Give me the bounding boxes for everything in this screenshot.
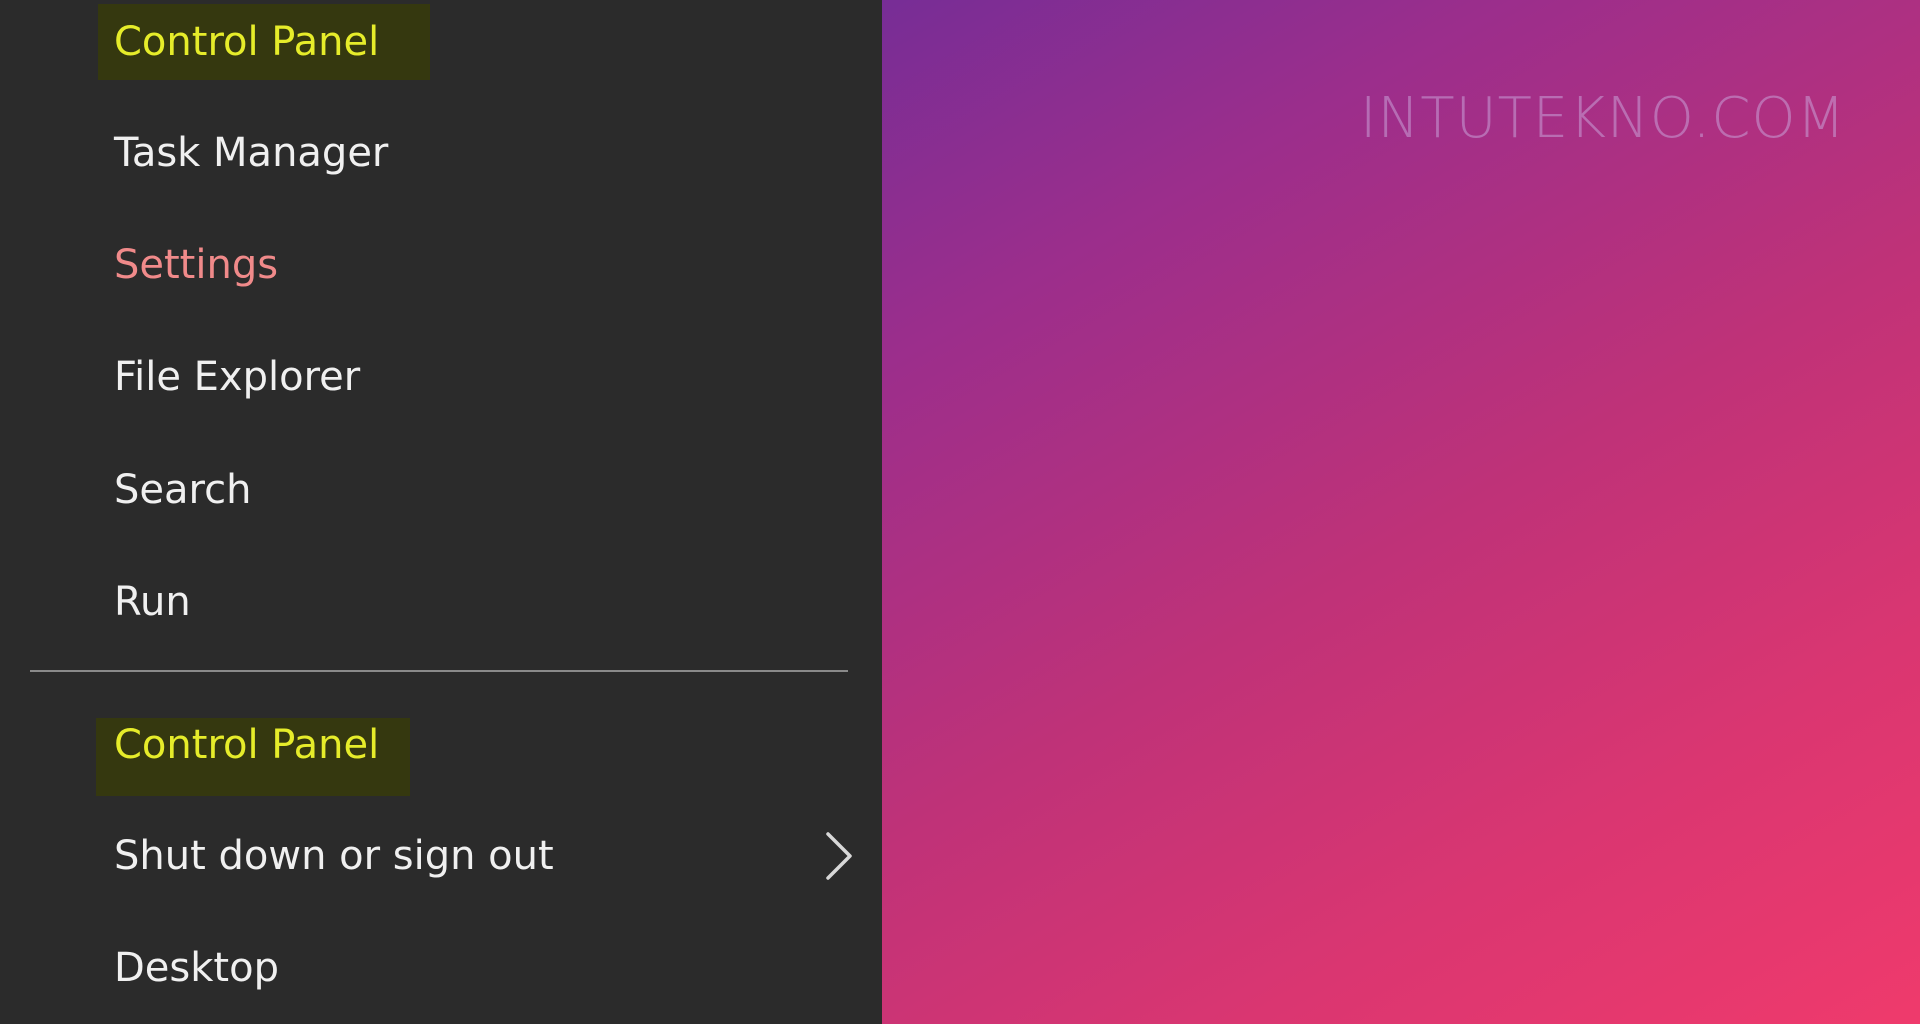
menu-item-desktop[interactable]: Desktop xyxy=(0,912,882,1024)
menu-item-control-panel-top[interactable]: Control Panel xyxy=(0,0,882,112)
chevron-right-icon xyxy=(826,832,852,880)
menu-item-label: Control Panel xyxy=(114,19,380,65)
quick-link-menu: Control Panel Task Manager Settings File… xyxy=(0,0,882,1024)
menu-item-settings[interactable]: Settings xyxy=(0,210,882,322)
menu-item-label: Desktop xyxy=(114,945,279,991)
menu-item-label: Shut down or sign out xyxy=(114,833,554,879)
menu-item-label: Settings xyxy=(114,242,279,288)
screen: Control Panel Task Manager Settings File… xyxy=(0,0,1920,1024)
menu-item-control-panel[interactable]: Control Panel xyxy=(0,700,882,812)
menu-item-label: File Explorer xyxy=(114,354,361,400)
menu-item-label: Task Manager xyxy=(114,130,389,176)
menu-item-shut-down[interactable]: Shut down or sign out xyxy=(0,800,882,912)
menu-item-label: Run xyxy=(114,579,191,625)
menu-item-file-explorer[interactable]: File Explorer xyxy=(0,322,882,434)
watermark-text: INTUTEKNO.COM xyxy=(1360,86,1846,151)
desktop-background: INTUTEKNO.COM xyxy=(882,0,1920,1024)
menu-item-run[interactable]: Run xyxy=(0,546,882,658)
menu-item-task-manager[interactable]: Task Manager xyxy=(0,98,882,210)
menu-separator xyxy=(30,670,848,672)
menu-item-label: Control Panel xyxy=(114,722,380,768)
menu-item-search[interactable]: Search xyxy=(0,434,882,546)
menu-item-label: Search xyxy=(114,467,252,513)
